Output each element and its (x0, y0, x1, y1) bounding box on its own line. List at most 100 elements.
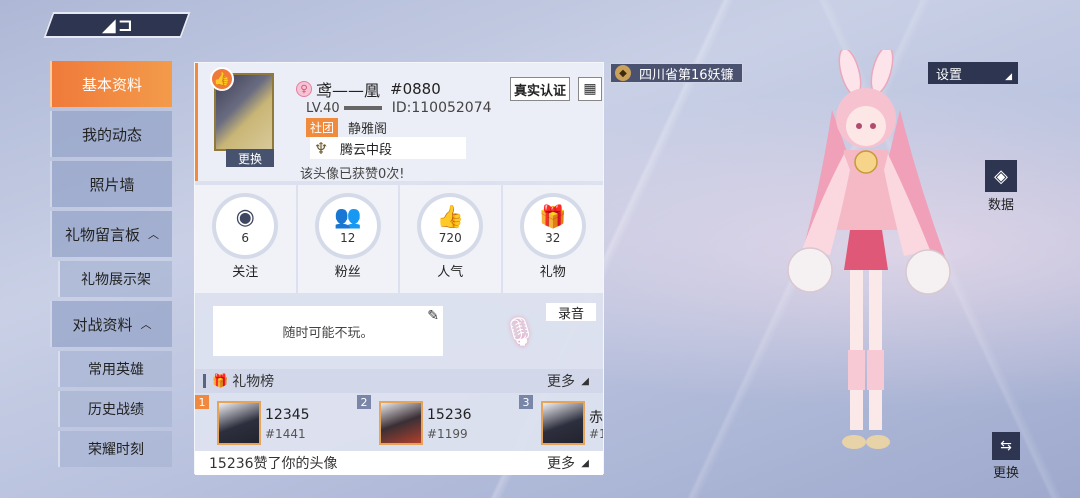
microphone-icon[interactable]: 🎙 (502, 315, 538, 348)
chevron-up-icon: ︿ (140, 318, 152, 331)
gift-entry[interactable]: 2 15236 #1199 (357, 395, 519, 449)
pencil-icon[interactable]: ✎ (427, 308, 439, 324)
menu-item-label: 基本资料 (81, 75, 142, 94)
real-name-verify-button[interactable]: 真实认证 (510, 77, 570, 101)
stat-label: 粉丝 (334, 265, 361, 280)
gift-icon: 🎁 (539, 205, 567, 230)
stat-label: 礼物 (539, 265, 566, 280)
swap-label: 更换 (992, 466, 1019, 481)
level-row: LV.40 ID:110052074 (306, 100, 492, 116)
stat-fans[interactable]: 👥 12 粉丝 (297, 185, 398, 293)
menu-item-gift-board[interactable]: 礼物留言板 ︿ (50, 211, 172, 257)
profile-panel: 👍 更换 ♀ 鸢——凰 #0880 真实认证 ▦ LV.40 ID:110052… (194, 62, 604, 475)
gender-icon: ♀ (296, 81, 312, 97)
stat-label: 人气 (437, 265, 464, 280)
menu-item-label: 常用英雄 (88, 362, 144, 378)
player-name: 鸢——凰 (316, 81, 381, 100)
gift-board-header: 🎁 礼物榜 更多 ◢ (195, 369, 603, 393)
swap-model-button[interactable]: ⇆ 更换 (988, 432, 1024, 481)
qr-code-icon[interactable]: ▦ (578, 77, 602, 101)
like-notice-text: 15236赞了你的头像 (209, 456, 338, 472)
data-label: 数据 (987, 198, 1014, 213)
stat-popularity[interactable]: 👍 720 人气 (400, 185, 501, 293)
menu-item-basic-info[interactable]: 基本资料 (50, 61, 172, 107)
thumbs-up-icon: 👍 (210, 67, 234, 91)
stat-value: 6 (241, 231, 250, 245)
voice-area: 🎙 录音 (470, 303, 596, 363)
header-bar (203, 374, 206, 388)
signature-text: 随时可能不玩。 (282, 325, 374, 341)
rank-badge[interactable]: ♆ 腾云中段 (310, 137, 466, 159)
player-tag: #0880 (390, 80, 441, 98)
gift-rank: 3 (519, 395, 533, 409)
gift-board-more-link[interactable]: 更多 (547, 371, 575, 391)
gift-entry[interactable]: 3 赤 #1 (519, 395, 603, 449)
name-row: ♀ 鸢——凰 #0880 (296, 77, 441, 101)
stat-circle: 👍 720 (421, 197, 480, 255)
menu-item-glory-moments[interactable]: 荣耀时刻 (58, 431, 172, 467)
back-arrow-icon: ◢ ⊐ (102, 14, 132, 36)
club-row: 社团 静雅阁 (306, 118, 387, 137)
gift-icon: 🎁 (212, 373, 229, 389)
avatar (379, 401, 423, 445)
stat-follow[interactable]: ◉ 6 关注 (195, 185, 296, 293)
like-notice-bar: 15236赞了你的头像 更多 ◢ (195, 451, 603, 475)
menu-item-label: 荣耀时刻 (88, 442, 144, 458)
club-label: 社团 (306, 118, 339, 137)
stat-circle: 🎁 32 (523, 197, 582, 255)
menu-item-common-heroes[interactable]: 常用英雄 (58, 351, 172, 387)
club-name[interactable]: 静雅阁 (348, 118, 387, 137)
gift-list: 1 12345 #1441 2 15236 #1199 3 赤 #1 (195, 395, 603, 449)
rank-label: 腾云中段 (340, 142, 393, 158)
stat-value: 32 (545, 231, 561, 245)
avatar-likes-text: 该头像已获赞0次! (300, 167, 405, 182)
gift-rank: 2 (357, 395, 371, 409)
fans-icon: 👥 (334, 205, 362, 230)
swap-icon: ⇆ (992, 432, 1020, 460)
data-button[interactable]: ◈ 数据 (982, 160, 1020, 213)
menu-item-label: 礼物留言板 (64, 225, 140, 244)
gift-giver-id: #1199 (427, 427, 468, 441)
stat-circle: 👥 12 (318, 197, 377, 255)
gift-entry[interactable]: 1 12345 #1441 (195, 395, 357, 449)
chevron-down-icon: ◢ (1005, 72, 1012, 82)
menu-item-label: 我的动态 (81, 125, 142, 144)
stat-circle: ◉ 6 (216, 197, 275, 255)
data-icon: ◈ (985, 160, 1017, 192)
side-menu: 基本资料 我的动态 照片墙 礼物留言板 ︿ 礼物展示架 对战资料 ︿ 常用英雄 历史… (50, 61, 172, 471)
gift-giver-name: 12345 (265, 407, 310, 423)
gift-giver-name: 赤 (589, 410, 603, 426)
menu-item-label: 对战资料 (72, 315, 133, 334)
menu-item-battle-data[interactable]: 对战资料 ︿ (50, 301, 172, 347)
gift-rank: 1 (195, 395, 209, 409)
stats-row: ◉ 6 关注 👥 12 粉丝 👍 720 人气 🎁 32 礼物 (195, 185, 603, 293)
like-notice-more-link[interactable]: 更多 (547, 453, 575, 473)
location-text: 四川省第16妖镰 (639, 67, 734, 83)
back-button[interactable]: ◢ ⊐ (43, 12, 191, 38)
change-avatar-button[interactable]: 更换 (226, 149, 274, 167)
profile-card: 👍 更换 ♀ 鸢——凰 #0880 真实认证 ▦ LV.40 ID:110052… (195, 63, 603, 182)
location-emblem-icon: ◆ (615, 65, 631, 81)
gift-giver-id: #1 (589, 427, 603, 441)
avatar (217, 401, 261, 445)
record-button[interactable]: 录音 (546, 303, 596, 322)
menu-item-label: 历史战绩 (88, 402, 144, 418)
gift-giver-name: 15236 (427, 407, 472, 423)
menu-item-gift-shelf[interactable]: 礼物展示架 (58, 261, 172, 297)
player-level: LV.40 (306, 100, 340, 116)
chevron-icon: ◢ (581, 375, 589, 387)
stat-label: 关注 (232, 265, 259, 280)
stat-value: 720 (438, 231, 462, 245)
signature-box[interactable]: 随时可能不玩。 ✎ (213, 306, 443, 356)
menu-item-photo-wall[interactable]: 照片墙 (50, 161, 172, 207)
gift-board-title: 礼物榜 (232, 374, 275, 390)
menu-item-history[interactable]: 历史战绩 (58, 391, 172, 427)
location-badge[interactable]: ◆ 四川省第16妖镰 (610, 63, 743, 83)
character-model[interactable] (770, 50, 970, 490)
menu-item-my-feed[interactable]: 我的动态 (50, 111, 172, 157)
stat-gifts[interactable]: 🎁 32 礼物 (502, 185, 603, 293)
chevron-up-icon: ︿ (148, 228, 159, 241)
chevron-icon: ◢ (581, 457, 589, 469)
player-id: ID:110052074 (391, 100, 492, 116)
level-bar (343, 106, 382, 110)
